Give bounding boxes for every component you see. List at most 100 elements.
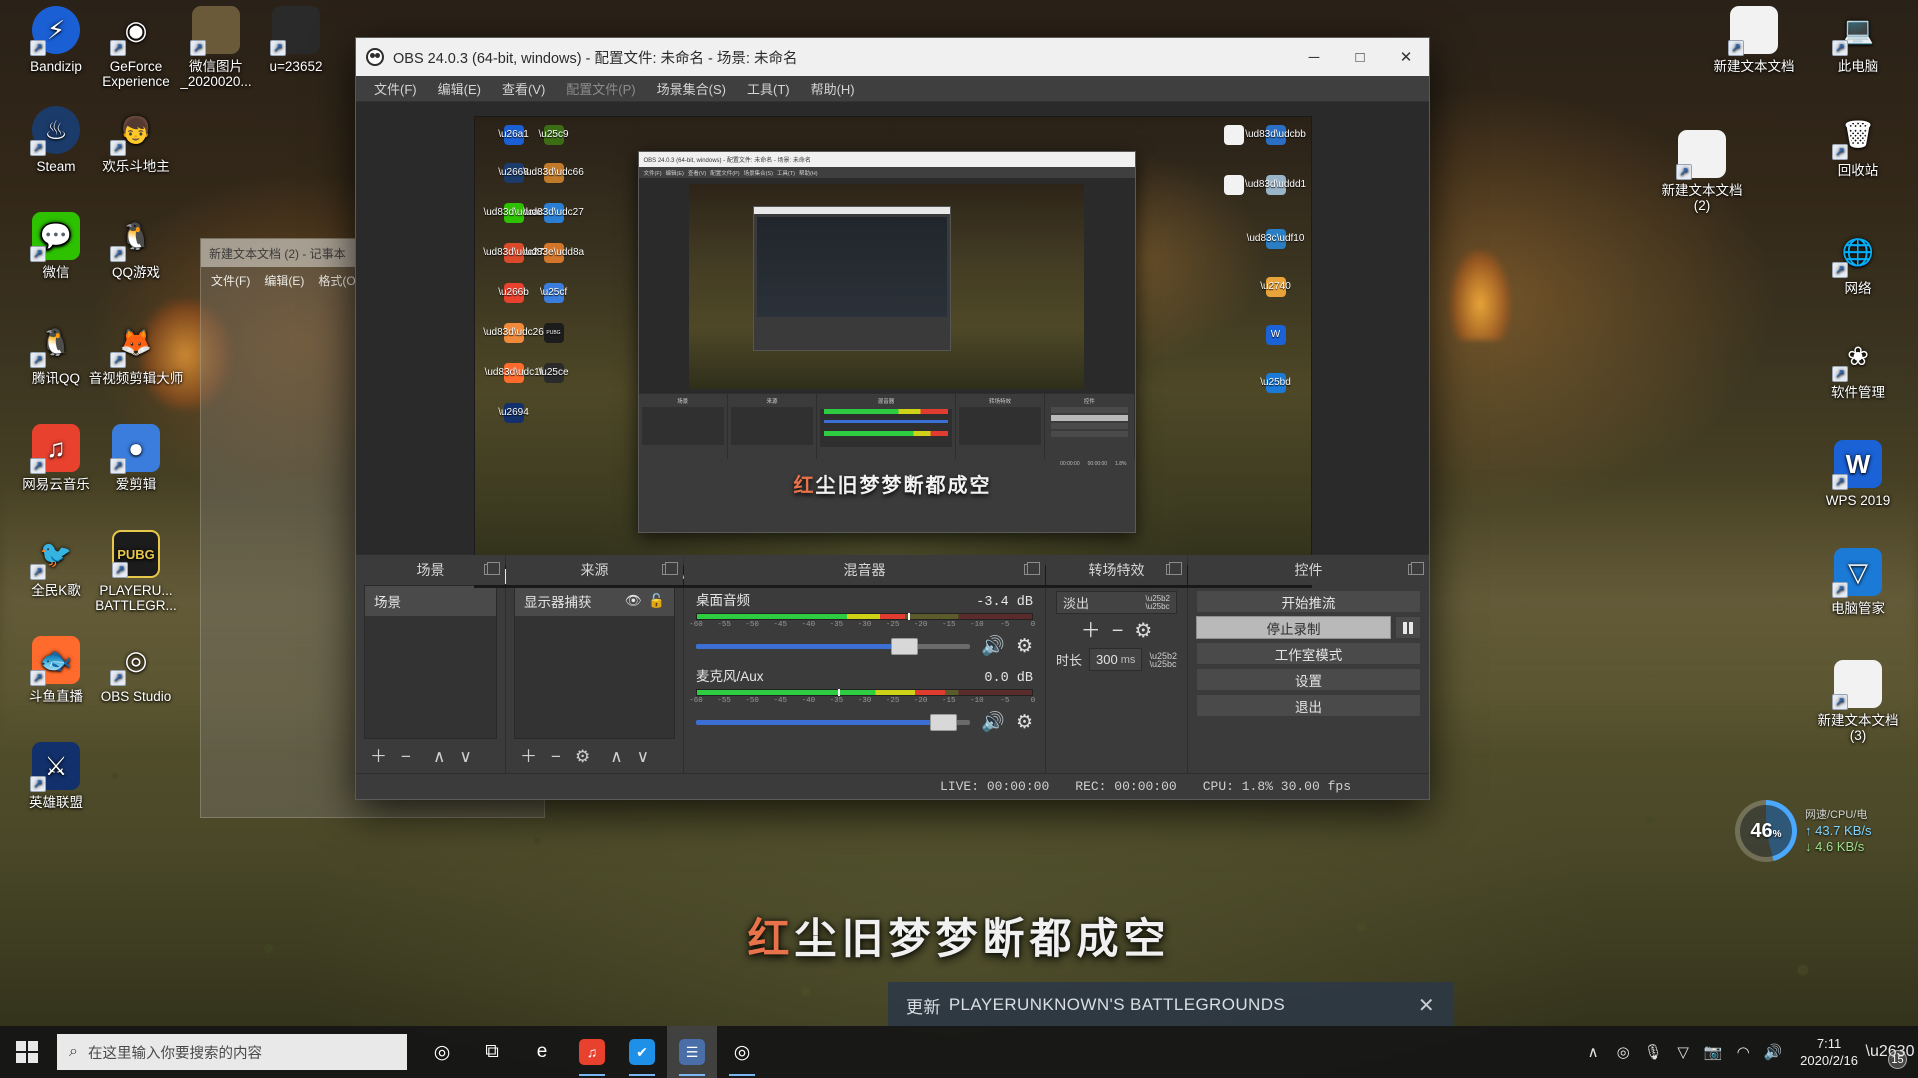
desktop-icon-text-document[interactable]: 新建文本文档 [1706, 6, 1802, 74]
pc-manager-tray-icon[interactable]: ▽ [1668, 1026, 1698, 1078]
mixer-volume-knob[interactable] [891, 638, 919, 655]
obs-menu-item-3[interactable]: 配置文件(P) [558, 76, 643, 101]
remove-source-button[interactable]: − [551, 748, 561, 765]
add-scene-button[interactable]: ＋ [370, 748, 387, 765]
taskbar-app-task-view[interactable]: ⧉ [467, 1026, 517, 1078]
show-hidden-icons[interactable]: ∧ [1578, 1026, 1608, 1078]
source-lock-icon[interactable]: 🔓 [648, 593, 665, 609]
status-rec: REC: 00:00:00 [1075, 779, 1176, 794]
obs-preview-area[interactable]: \u26a1 \u25c9 \u2668 \ud83d\udc66 \ud83d… [356, 102, 1429, 588]
obs-menu-item-2[interactable]: 查看(V) [494, 76, 553, 101]
desktop-icon-aijianji[interactable]: ● 爱剪辑 [88, 424, 184, 492]
mixer-settings-gear-icon[interactable]: ⚙ [1016, 637, 1033, 656]
obs-menu-item-4[interactable]: 场景集合(S) [649, 76, 734, 101]
desktop-icon-software-manager[interactable]: ❀ 软件管理 [1810, 332, 1906, 401]
move-source-up-button[interactable]: ∧ [610, 748, 622, 765]
transition-select[interactable]: 淡出 \u25b2 \u25bc [1056, 591, 1177, 614]
obs-menu-item-0[interactable]: 文件(F) [366, 76, 425, 101]
move-scene-up-button[interactable]: ∧ [433, 748, 445, 765]
taskbar-app-netease-music[interactable]: ♫ [567, 1026, 617, 1078]
move-scene-down-button[interactable]: ∨ [459, 748, 471, 765]
control-button-3[interactable]: 设置 [1196, 668, 1421, 691]
close-button[interactable]: ✕ [1383, 38, 1429, 76]
control-button-4[interactable]: 退出 [1196, 694, 1421, 717]
mixer-float-icon[interactable] [1024, 562, 1040, 575]
start-button[interactable] [0, 1026, 54, 1078]
source-visibility-eye-icon[interactable]: 👁 [625, 593, 642, 609]
notification-center-button[interactable]: \u2630 15 [1866, 1026, 1914, 1078]
maximize-button[interactable]: □ [1337, 38, 1383, 76]
mixer-volume-knob[interactable] [929, 714, 957, 731]
sources-float-icon[interactable] [662, 562, 678, 575]
mixer-mute-speaker-icon[interactable]: 🔊 [981, 713, 1005, 732]
camera-icon[interactable]: 📷 [1698, 1026, 1728, 1078]
minimize-button[interactable]: ─ [1291, 38, 1337, 76]
taskbar-app-obs-studio[interactable]: ◎ [717, 1026, 767, 1078]
desktop-icon-network[interactable]: 🌐 网络 [1810, 228, 1906, 296]
desktop-icon-pubg[interactable]: PUBG PLAYERU... BATTLEGR... [88, 530, 184, 613]
control-button-2[interactable]: 工作室模式 [1196, 642, 1421, 665]
desktop-icon-this-pc[interactable]: 💻 此电脑 [1810, 6, 1906, 74]
taskbar-app-internet-explorer[interactable]: e [517, 1026, 567, 1078]
add-source-button[interactable]: ＋ [520, 748, 537, 765]
obs-menubar[interactable]: 文件(F) 编辑(E) 查看(V) 配置文件(P) 场景集合(S) 工具(T) 帮助(H) [356, 76, 1429, 102]
obs-menu-item-5[interactable]: 工具(T) [739, 76, 798, 101]
controls-float-icon[interactable] [1408, 562, 1424, 575]
taskbar-app-tim[interactable]: ✔ [617, 1026, 667, 1078]
transitions-float-icon[interactable] [1166, 562, 1182, 575]
pubg-update-toast[interactable]: 更新 PLAYERUNKNOWN'S BATTLEGROUNDS ✕ [888, 982, 1453, 1028]
netease-music-icon: ♫ [579, 1039, 605, 1065]
notepad-menu-file[interactable]: 文件(F) [211, 272, 250, 289]
remove-transition-button[interactable]: − [1112, 621, 1124, 641]
notepad-menu-edit[interactable]: 编辑(E) [264, 272, 304, 289]
desktop-icon-happy-landlord[interactable]: 👦 欢乐斗地主 [88, 106, 184, 175]
desktop-icon-obs-studio[interactable]: ◎ OBS Studio [88, 636, 184, 705]
add-transition-button[interactable]: ＋ [1081, 621, 1101, 641]
taskbar-clock[interactable]: 7:11 2020/2/16 [1788, 1035, 1870, 1069]
transition-spinner-icon[interactable]: \u25b2 \u25bc [1146, 595, 1170, 611]
desktop-icon-image-thumbnail-2[interactable]: u=23652 [248, 6, 344, 74]
obs-preview-canvas[interactable]: \u26a1 \u25c9 \u2668 \ud83d\udc66 \ud83d… [473, 116, 1312, 588]
scene-list-item[interactable]: 场景 [365, 586, 496, 616]
control-button-0[interactable]: 开始推流 [1196, 590, 1421, 613]
volume-icon[interactable]: 🔊 [1758, 1026, 1788, 1078]
taskbar-app-cortana[interactable]: ◎ [417, 1026, 467, 1078]
obs-tray-icon[interactable]: ◎ [1608, 1026, 1638, 1078]
transition-properties-gear-icon[interactable]: ⚙ [1134, 621, 1152, 641]
pause-recording-button[interactable] [1395, 616, 1421, 639]
control-button-1[interactable]: 停止录制 [1196, 616, 1391, 639]
wifi-icon[interactable]: ◠ [1728, 1026, 1758, 1078]
taskbar-app-notepad[interactable]: ☰ [667, 1026, 717, 1078]
pubg-toast-close-icon[interactable]: ✕ [1418, 993, 1435, 1018]
mixer-mute-speaker-icon[interactable]: 🔊 [981, 637, 1005, 656]
desktop-icon-league-of-legends[interactable]: ⚔ 英雄联盟 [8, 742, 104, 810]
desktop-icon-pc-manager[interactable]: ▽ 电脑管家 [1810, 548, 1906, 616]
source-list-item[interactable]: 显示器捕获 👁 🔓 [515, 586, 674, 616]
desktop-icon-text-document-2[interactable]: 新建文本文档 (2) [1654, 130, 1750, 213]
move-source-down-button[interactable]: ∨ [637, 748, 649, 765]
mixer-volume-slider[interactable] [696, 638, 971, 655]
obs-studio-window[interactable]: OBS 24.0.3 (64-bit, windows) - 配置文件: 未命名… [355, 37, 1430, 800]
netspeed-widget[interactable]: 46% 网速/CPU/电 ↑ 43.7 KB/s ↓ 4.6 KB/s [1735, 800, 1871, 862]
desktop-icon-av-editor[interactable]: 🦊 音视频剪辑大师 [88, 318, 184, 387]
obs-menu-item-1[interactable]: 编辑(E) [430, 76, 489, 101]
obs-titlebar[interactable]: OBS 24.0.3 (64-bit, windows) - 配置文件: 未命名… [356, 38, 1429, 76]
mixer-settings-gear-icon[interactable]: ⚙ [1016, 713, 1033, 732]
scenes-float-icon[interactable] [484, 562, 500, 575]
duration-input[interactable]: 300 ms [1089, 648, 1143, 671]
scenes-list[interactable]: 场景 [364, 585, 497, 739]
remove-scene-button[interactable]: − [401, 748, 411, 765]
source-properties-gear-icon[interactable]: ⚙ [575, 748, 590, 765]
desktop-icon-wps-2019[interactable]: W WPS 2019 [1810, 440, 1906, 508]
desktop-icon-recycle-bin[interactable]: 🗑 回收站 [1810, 110, 1906, 178]
sources-list[interactable]: 显示器捕获 👁 🔓 [514, 585, 675, 739]
desktop-icon-text-document-3[interactable]: 新建文本文档 (3) [1810, 660, 1906, 743]
desktop-screen: ⚡Bandizip◉GeForce Experience微信图片_2020020… [0, 0, 1918, 1078]
desktop-icon-qq-games[interactable]: 🐧 QQ游戏 [88, 212, 184, 280]
duration-spinner-icon[interactable]: \u25b2 \u25bc [1149, 651, 1177, 668]
mixer-volume-slider[interactable] [696, 714, 971, 731]
obs-menu-item-6[interactable]: 帮助(H) [803, 76, 863, 101]
taskbar-search-box[interactable]: ⌕ 在这里输入你要搜索的内容 [57, 1034, 407, 1070]
microphone-icon[interactable]: 🎙 [1638, 1026, 1668, 1078]
notepad-menu-format[interactable]: 格式(O) [318, 272, 359, 289]
